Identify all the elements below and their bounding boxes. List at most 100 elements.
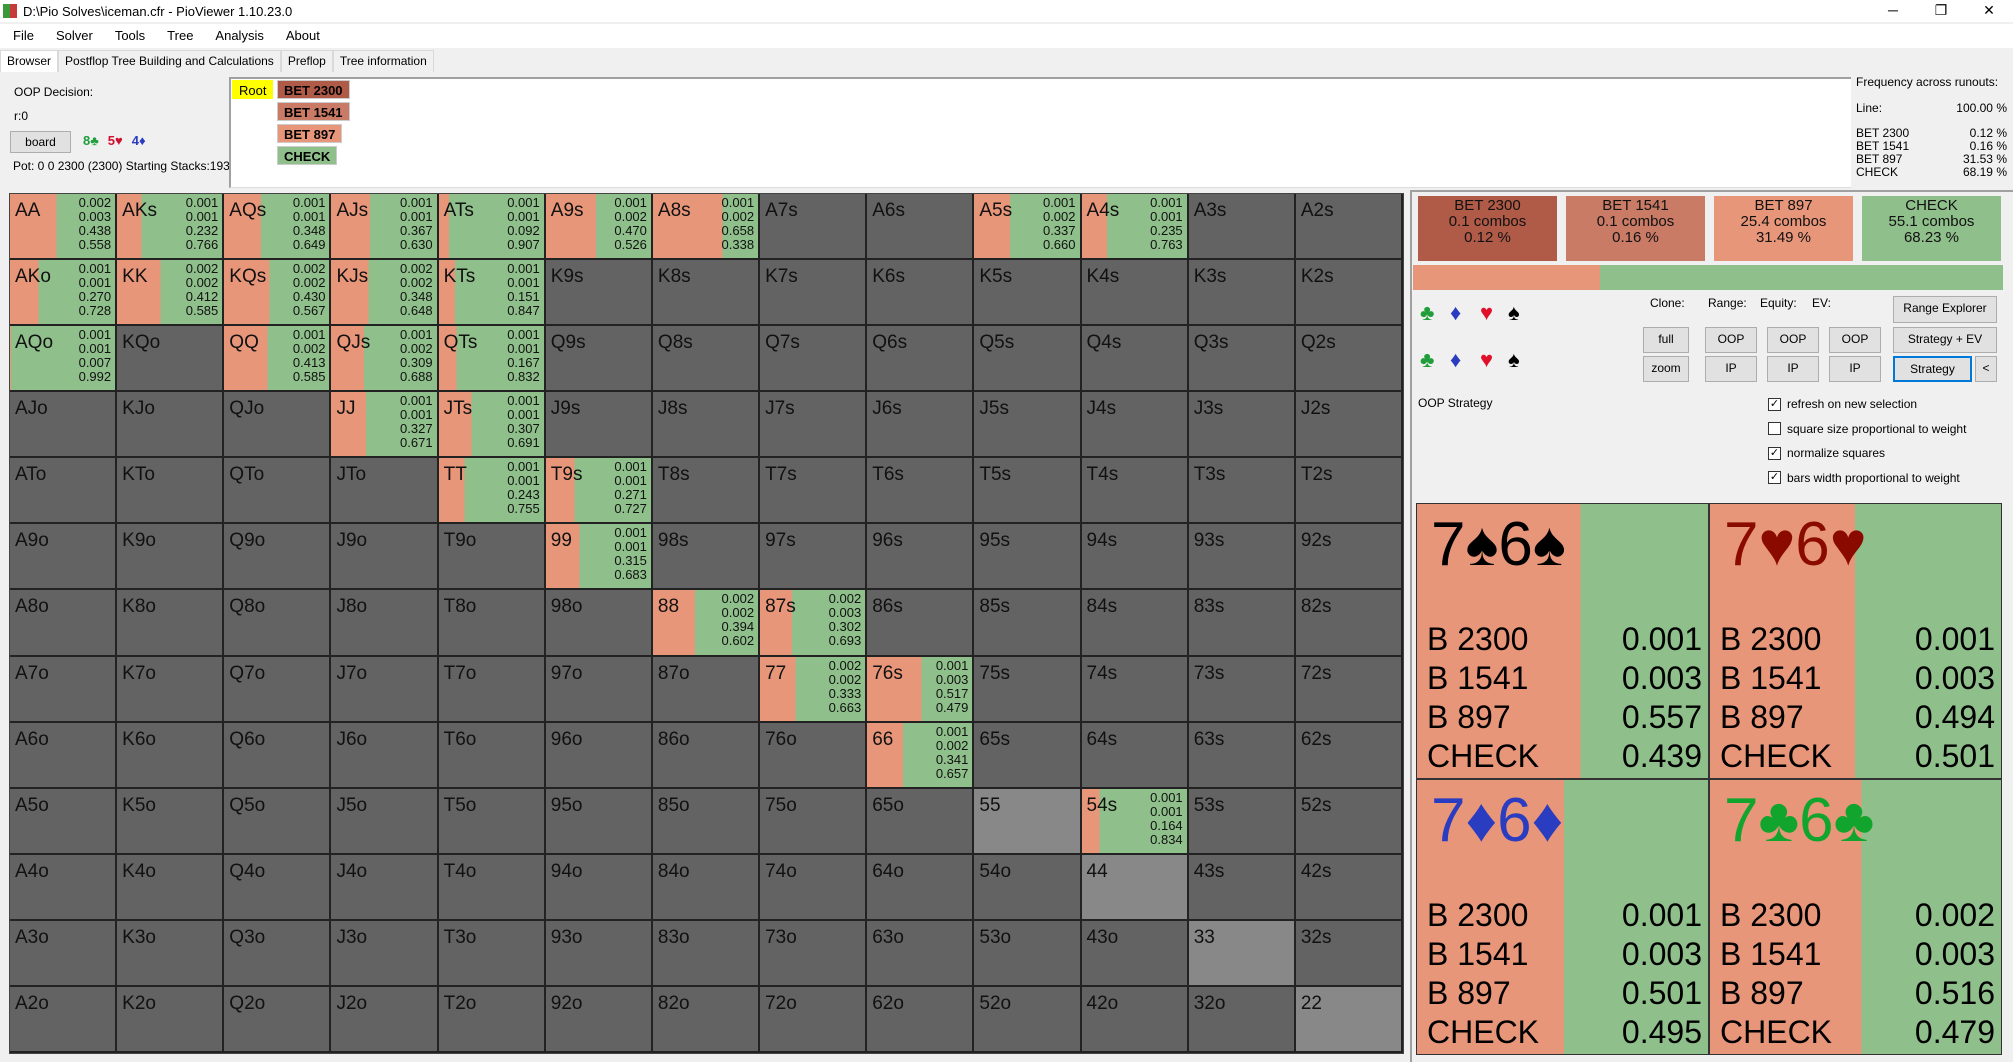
hand-cell-92s[interactable]: 92s — [1295, 524, 1403, 591]
hand-cell-85s[interactable]: 85s — [974, 590, 1082, 657]
ev-oop-button[interactable]: OOP — [1829, 327, 1881, 353]
board-button[interactable]: board — [10, 131, 71, 153]
checkbox[interactable]: ✓ — [1768, 397, 1781, 411]
hand-cell-J2o[interactable]: J2o — [331, 986, 439, 1053]
range-ip-button[interactable]: IP — [1705, 356, 1757, 382]
hand-cell-95o[interactable]: 95o — [545, 788, 653, 855]
hand-cell-K6s[interactable]: K6s — [867, 260, 975, 327]
action-summary-bet-897[interactable]: BET 897 25.4 combos 31.49 % — [1714, 196, 1853, 261]
hand-cell-K4o[interactable]: K4o — [117, 854, 225, 921]
diamond-filter-icon[interactable]: ♦ — [1450, 347, 1461, 373]
hand-cell-J3o[interactable]: J3o — [331, 920, 439, 987]
hand-cell-64o[interactable]: 64o — [867, 854, 975, 921]
hand-cell-T6o[interactable]: T6o — [438, 722, 546, 789]
combo-detail[interactable]: 7♠6♠ B 2300 0.001 B 1541 0.003 B 897 0.557 CHEC… — [1416, 503, 1709, 779]
hand-cell-A6o[interactable]: A6o — [10, 722, 118, 789]
hand-cell-Q4s[interactable]: Q4s — [1081, 326, 1189, 393]
hand-cell-33[interactable]: 33 — [1188, 920, 1296, 987]
hand-cell-Q6o[interactable]: Q6o — [224, 722, 332, 789]
minimize-button[interactable]: ─ — [1870, 0, 1916, 22]
hand-cell-AA[interactable]: 0.002 0.003 0.438 0.558 AA — [10, 194, 118, 261]
combo-detail[interactable]: 7♦6♦ B 2300 0.001 B 1541 0.003 B 897 0.501 CHEC… — [1416, 779, 1709, 1055]
hand-cell-K8s[interactable]: K8s — [652, 260, 761, 327]
checkbox[interactable] — [1768, 422, 1781, 435]
hand-cell-65s[interactable]: 65s — [974, 722, 1082, 789]
hand-cell-92o[interactable]: 92o — [545, 986, 653, 1053]
hand-cell-98s[interactable]: 98s — [652, 524, 761, 591]
hand-cell-T5s[interactable]: T5s — [974, 458, 1082, 525]
hand-cell-98o[interactable]: 98o — [545, 590, 653, 657]
hand-cell-96o[interactable]: 96o — [545, 722, 653, 789]
action-summary-bet-2300[interactable]: BET 2300 0.1 combos 0.12 % — [1418, 196, 1557, 261]
hand-cell-JJ[interactable]: 0.001 0.001 0.327 0.671 JJ — [331, 392, 439, 459]
hand-cell-J4s[interactable]: J4s — [1081, 392, 1189, 459]
hand-cell-74s[interactable]: 74s — [1081, 656, 1189, 723]
hand-cell-64s[interactable]: 64s — [1081, 722, 1189, 789]
menu-file[interactable]: File — [0, 24, 43, 43]
hand-cell-T8o[interactable]: T8o — [438, 590, 546, 657]
hand-cell-22[interactable]: 22 — [1295, 986, 1403, 1053]
hand-cell-J6o[interactable]: J6o — [331, 722, 439, 789]
checkbox-option[interactable]: square size proportional to weight — [1768, 422, 1966, 436]
collapse-button[interactable]: < — [1975, 356, 1997, 382]
hand-cell-88[interactable]: 0.002 0.002 0.394 0.602 88 — [652, 590, 761, 657]
ev-ip-button[interactable]: IP — [1829, 356, 1881, 382]
hand-cell-Q8o[interactable]: Q8o — [224, 590, 332, 657]
menu-tree[interactable]: Tree — [154, 24, 202, 43]
hand-cell-AKo[interactable]: 0.001 0.001 0.270 0.728 AKo — [10, 260, 118, 327]
range-oop-button[interactable]: OOP — [1705, 327, 1757, 353]
hand-cell-97o[interactable]: 97o — [545, 656, 653, 723]
hand-cell-T2s[interactable]: T2s — [1295, 458, 1403, 525]
hand-cell-32s[interactable]: 32s — [1295, 920, 1403, 987]
checkbox-option[interactable]: ✓ refresh on new selection — [1768, 397, 1917, 411]
combo-detail[interactable]: 7♣6♣ B 2300 0.002 B 1541 0.003 B 897 0.516 CHEC… — [1709, 779, 2002, 1055]
hand-cell-KQo[interactable]: KQo — [117, 326, 225, 393]
hand-cell-K3o[interactable]: K3o — [117, 920, 225, 987]
hand-cell-62s[interactable]: 62s — [1295, 722, 1403, 789]
club-filter-icon[interactable]: ♣ — [1420, 347, 1434, 373]
hand-cell-77[interactable]: 0.002 0.002 0.333 0.663 77 — [760, 656, 868, 723]
clone-full-button[interactable]: full — [1643, 327, 1689, 353]
hand-cell-53o[interactable]: 53o — [974, 920, 1082, 987]
club-filter-icon[interactable]: ♣ — [1420, 300, 1434, 326]
hand-cell-K3s[interactable]: K3s — [1188, 260, 1296, 327]
spade-filter-icon[interactable]: ♠ — [1508, 347, 1520, 373]
hand-cell-A4o[interactable]: A4o — [10, 854, 118, 921]
hand-cell-73o[interactable]: 73o — [760, 920, 868, 987]
maximize-button[interactable]: ❐ — [1918, 0, 1964, 22]
hand-cell-Q3o[interactable]: Q3o — [224, 920, 332, 987]
tree-node-check[interactable]: CHECK — [277, 146, 338, 165]
hand-cell-93o[interactable]: 93o — [545, 920, 653, 987]
hand-cell-53s[interactable]: 53s — [1188, 788, 1296, 855]
hand-cell-QTo[interactable]: QTo — [224, 458, 332, 525]
hand-cell-72o[interactable]: 72o — [760, 986, 868, 1053]
hand-cell-87o[interactable]: 87o — [652, 656, 761, 723]
hand-cell-T9s[interactable]: 0.001 0.001 0.271 0.727 T9s — [545, 458, 653, 525]
hand-cell-76s[interactable]: 0.001 0.003 0.517 0.479 76s — [867, 656, 975, 723]
hand-cell-K2s[interactable]: K2s — [1295, 260, 1403, 327]
close-button[interactable]: ✕ — [1966, 0, 2012, 22]
hand-cell-T8s[interactable]: T8s — [652, 458, 761, 525]
hand-cell-72s[interactable]: 72s — [1295, 656, 1403, 723]
hand-cell-T7s[interactable]: T7s — [760, 458, 868, 525]
hand-cell-65o[interactable]: 65o — [867, 788, 975, 855]
clone-zoom-button[interactable]: zoom — [1643, 356, 1689, 382]
hand-cell-T9o[interactable]: T9o — [438, 524, 546, 591]
hand-cell-A5s[interactable]: 0.001 0.002 0.337 0.660 A5s — [974, 194, 1082, 261]
hand-cell-86o[interactable]: 86o — [652, 722, 761, 789]
strategy-ev-button[interactable]: Strategy + EV — [1893, 327, 1997, 353]
equity-ip-button[interactable]: IP — [1767, 356, 1819, 382]
hand-cell-75o[interactable]: 75o — [760, 788, 868, 855]
menu-solver[interactable]: Solver — [43, 24, 102, 43]
hand-cell-52o[interactable]: 52o — [974, 986, 1082, 1053]
hand-cell-A8o[interactable]: A8o — [10, 590, 118, 657]
hand-cell-KTo[interactable]: KTo — [117, 458, 225, 525]
hand-cell-K8o[interactable]: K8o — [117, 590, 225, 657]
tab-postflop[interactable]: Postflop Tree Building and Calculations — [58, 50, 281, 72]
hand-cell-Q5s[interactable]: Q5s — [974, 326, 1082, 393]
hand-cell-42o[interactable]: 42o — [1081, 986, 1189, 1053]
hand-cell-K5s[interactable]: K5s — [974, 260, 1082, 327]
hand-cell-95s[interactable]: 95s — [974, 524, 1082, 591]
hand-cell-84s[interactable]: 84s — [1081, 590, 1189, 657]
heart-filter-icon[interactable]: ♥ — [1480, 300, 1493, 326]
